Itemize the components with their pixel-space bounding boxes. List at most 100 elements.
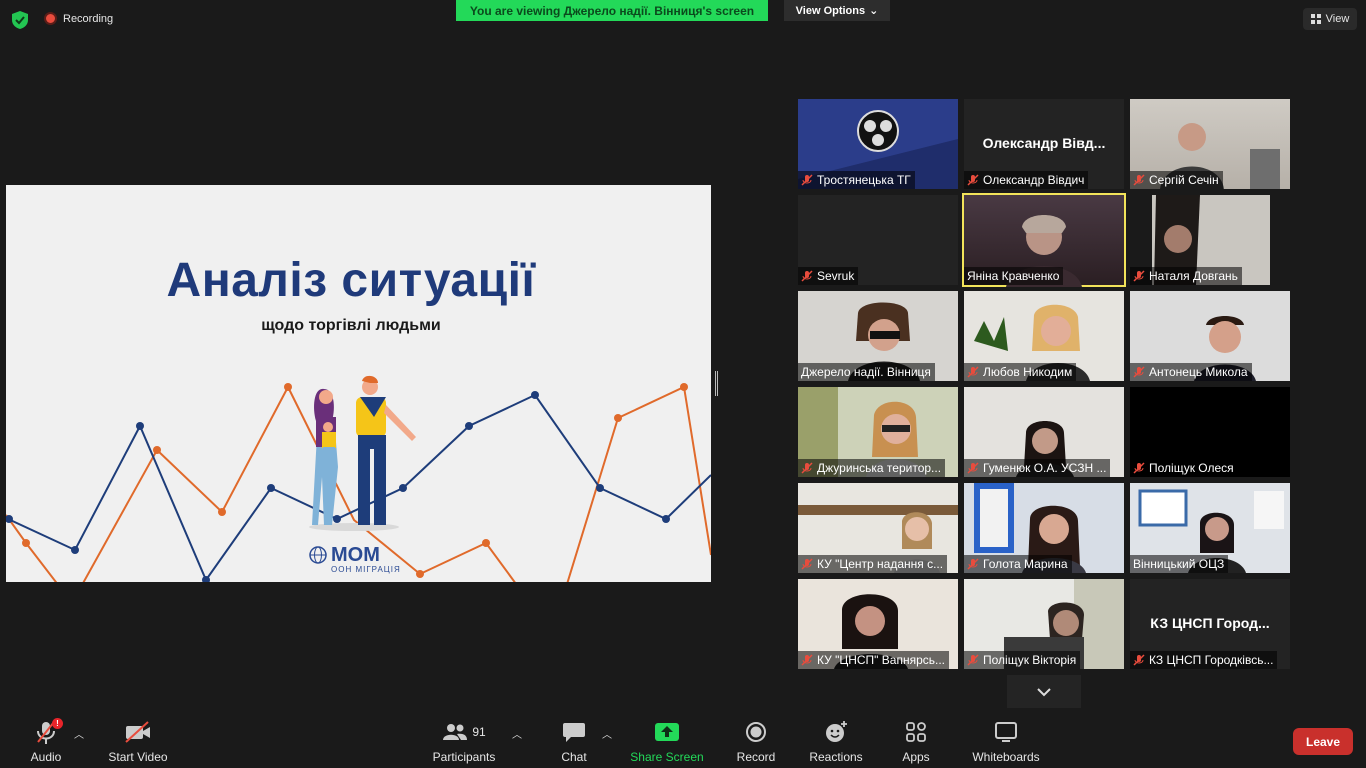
participant-tile[interactable]: Сергій Сечін	[1130, 99, 1290, 189]
chevron-down-icon: ⌄	[869, 5, 879, 17]
participant-tile[interactable]: Голота Марина	[964, 483, 1124, 573]
security-shield-icon[interactable]	[12, 11, 28, 29]
participant-name-label: Джерело надії. Вінниця	[798, 363, 935, 381]
panel-splitter-handle[interactable]	[715, 371, 718, 396]
participant-name-label: Голота Марина	[964, 555, 1072, 573]
share-screen-button[interactable]: Share Screen	[630, 718, 704, 764]
view-options-button[interactable]: View Options ⌄	[784, 0, 890, 21]
participants-options-caret[interactable]: ︿	[512, 726, 522, 741]
slide-title: Аналіз ситуації	[166, 254, 536, 307]
apps-label: Apps	[902, 750, 930, 764]
whiteboard-icon	[995, 722, 1017, 742]
iom-logo-main: МОМ	[331, 544, 380, 566]
recording-dot-icon	[44, 12, 57, 25]
mic-muted-icon	[1133, 366, 1145, 378]
participant-tile[interactable]: Джуринська територ...	[798, 387, 958, 477]
participant-display-name: Олександр Вівд...	[982, 135, 1106, 151]
participant-name-label: Любов Никодим	[964, 363, 1077, 381]
participant-name-label: Sevruk	[798, 267, 859, 285]
whiteboards-label: Whiteboards	[972, 750, 1040, 764]
participants-label: Participants	[432, 750, 496, 764]
participant-tile[interactable]: Sevruk	[798, 195, 958, 285]
participants-icon	[443, 724, 468, 740]
participant-name-label: Тростянецька ТГ	[798, 171, 915, 189]
participant-name-label: Джуринська територ...	[798, 459, 946, 477]
family-illustration	[309, 375, 416, 531]
participant-tile[interactable]: КУ "Центр надання с...	[798, 483, 958, 573]
video-camera-off-icon	[125, 721, 150, 743]
mic-muted-icon	[801, 558, 813, 570]
participant-tile[interactable]: Олександр Вівд... Олександр Вівдич	[964, 99, 1124, 189]
apps-icon	[906, 722, 926, 742]
chat-label: Chat	[561, 750, 587, 764]
participant-name-label: Гуменюк О.А. УСЗН ...	[964, 459, 1111, 477]
leave-button[interactable]: Leave	[1293, 728, 1353, 755]
apps-button[interactable]: Apps	[900, 718, 932, 764]
iom-globe-icon	[309, 546, 327, 564]
audio-options-caret[interactable]: ︿	[74, 726, 84, 741]
participant-tile[interactable]: Гуменюк О.А. УСЗН ...	[964, 387, 1124, 477]
participant-name-label: Сергій Сечін	[1130, 171, 1223, 189]
chat-button[interactable]: Chat	[557, 718, 591, 764]
recording-label: Recording	[63, 12, 114, 25]
shared-screen-slide: Аналіз ситуації щодо торгівлі людьми МОМ…	[6, 185, 711, 582]
start-video-button[interactable]: Start Video	[106, 718, 170, 764]
iom-logo-sub: ООН МІГРАЦІЯ	[331, 565, 401, 574]
mic-muted-icon	[801, 462, 813, 474]
participant-tile[interactable]: Тростянецька ТГ	[798, 99, 958, 189]
mic-muted-icon	[1133, 174, 1145, 186]
audio-warning-badge: !	[52, 718, 63, 729]
participant-name-label: Яніна Кравченко	[964, 267, 1064, 285]
mic-muted-icon	[1133, 270, 1145, 282]
participant-name-label: Олександр Вівдич	[964, 171, 1089, 189]
mic-muted-icon	[1133, 654, 1145, 666]
participant-tile[interactable]: Любов Никодим	[964, 291, 1124, 381]
recording-indicator[interactable]: Recording	[44, 12, 113, 25]
record-button[interactable]: Record	[736, 718, 776, 764]
reactions-button[interactable]: Reactions	[808, 718, 864, 764]
chevron-down-icon	[1037, 687, 1051, 696]
mic-muted-icon	[801, 270, 813, 282]
participants-count: 91	[472, 725, 486, 739]
participant-tile[interactable]: Поліщук Олеся	[1130, 387, 1290, 477]
view-label: View	[1325, 13, 1350, 25]
view-button[interactable]: View	[1303, 8, 1357, 30]
whiteboards-button[interactable]: Whiteboards	[969, 718, 1043, 764]
mic-muted-icon	[801, 174, 813, 186]
record-label: Record	[736, 750, 776, 764]
participant-name-label: КУ "Центр надання с...	[798, 555, 948, 573]
slide-decorative-lines	[6, 375, 711, 582]
chat-options-caret[interactable]: ︿	[602, 726, 612, 741]
chat-bubble-icon	[563, 723, 585, 742]
mic-muted-icon	[967, 462, 979, 474]
participant-display-name: КЗ ЦНСП Город...	[1150, 615, 1270, 631]
mic-muted-icon	[967, 558, 979, 570]
iom-logo: МОМ ООН МІГРАЦІЯ	[331, 545, 401, 574]
share-screen-arrow-icon	[655, 723, 679, 741]
record-icon	[746, 722, 766, 742]
mic-muted-icon	[967, 366, 979, 378]
participant-tile[interactable]: КУ "ЦНСП" Вапнярсь...	[798, 579, 958, 669]
viewing-screen-banner: You are viewing Джерело надії. Вінниця's…	[456, 0, 768, 21]
mic-muted-icon	[801, 654, 813, 666]
participant-name-label: Поліщук Вікторія	[964, 651, 1081, 669]
participant-tile[interactable]: КЗ ЦНСП Город... КЗ ЦНСП Городківсь...	[1130, 579, 1290, 669]
audio-label: Audio	[30, 750, 62, 764]
participant-tile[interactable]: Джерело надії. Вінниця	[798, 291, 958, 381]
participant-tile-active-speaker[interactable]: Яніна Кравченко	[962, 193, 1126, 287]
share-screen-label: Share Screen	[630, 750, 704, 764]
participant-tile[interactable]: Антонець Микола	[1130, 291, 1290, 381]
participant-name-label: КЗ ЦНСП Городківсь...	[1130, 651, 1278, 669]
participant-name-label: Антонець Микола	[1130, 363, 1252, 381]
participant-name-label: Наталя Довгань	[1130, 267, 1242, 285]
participants-button[interactable]: 91 Participants	[430, 718, 498, 764]
participant-name-label: Поліщук Олеся	[1130, 459, 1238, 477]
reactions-label: Reactions	[809, 750, 863, 764]
audio-button[interactable]: ! Audio	[26, 718, 66, 764]
start-video-label: Start Video	[108, 750, 168, 764]
participant-tile[interactable]: Наталя Довгань	[1130, 195, 1290, 285]
participant-name-label: Вінницький ОЦЗ	[1130, 555, 1229, 573]
participant-tile[interactable]: Вінницький ОЦЗ	[1130, 483, 1290, 573]
gallery-next-page-button[interactable]	[1007, 675, 1081, 708]
participant-tile[interactable]: Поліщук Вікторія	[964, 579, 1124, 669]
